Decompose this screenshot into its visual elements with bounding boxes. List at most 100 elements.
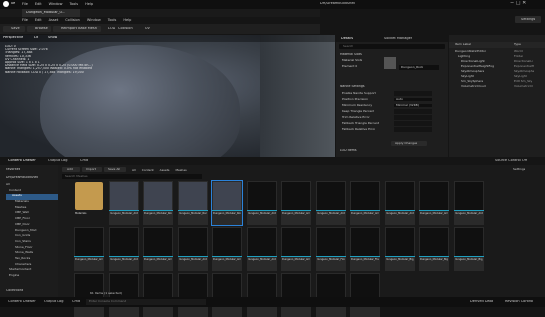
import-button[interactable]: Import xyxy=(82,167,102,172)
window-controls[interactable]: − □ ✕ xyxy=(510,1,526,6)
nanite-row-field[interactable] xyxy=(394,121,432,126)
asset-tile[interactable] xyxy=(315,273,346,317)
asset-menu-item[interactable]: Edit xyxy=(35,18,42,22)
status-content-drawer[interactable]: Content Drawer xyxy=(8,300,36,304)
status-output-log[interactable]: Output Log xyxy=(44,300,64,304)
menu-item[interactable]: Window xyxy=(49,2,63,6)
asset-tile[interactable]: Dungeon_Modular_Arch xyxy=(108,181,139,225)
material-dropdown[interactable]: Dungeon_Rock xyxy=(399,65,439,70)
asset-menu-item[interactable]: Window xyxy=(87,18,101,22)
tab-socket-manager[interactable]: Socket Manager xyxy=(384,37,412,41)
asset-menu-item[interactable]: File xyxy=(22,18,28,22)
asset-tile[interactable] xyxy=(143,273,173,317)
asset-tile[interactable] xyxy=(177,273,208,317)
viewport[interactable]: Perspective Lit Show LOD: 0 Current Scree… xyxy=(0,35,335,157)
status-cmd[interactable]: Cmd xyxy=(72,300,80,304)
root-folder[interactable]: DH/DreambuildShell xyxy=(6,176,38,179)
asset-tile[interactable] xyxy=(246,273,277,317)
asset-tile[interactable]: Dungeon_Modular_Arch_Wall_Door xyxy=(143,227,173,271)
menu-item[interactable]: File xyxy=(22,2,28,6)
source-control-status[interactable]: Source Control Off xyxy=(495,159,527,163)
asset-tile[interactable]: Dungeon_Modular_Arch_Stone_Door xyxy=(108,227,139,271)
asset-tile[interactable] xyxy=(281,273,311,317)
uv-dropdown[interactable]: UV xyxy=(145,27,150,31)
asset-tile[interactable]: Dungeon_Modular_Arch_Door_S xyxy=(315,181,346,225)
asset-tile[interactable]: Dungeon_Modular_Arch_Wall_Broken xyxy=(177,227,208,271)
asset-tile[interactable]: Dungeon_Modular_Floor_Tile xyxy=(350,227,380,271)
breadcrumb-item[interactable]: Assets xyxy=(160,168,170,172)
asset-tile[interactable]: Dungeon_Modular_Arch_Column xyxy=(384,181,415,225)
folder-tile[interactable]: Materials xyxy=(74,181,104,225)
asset-type-strip xyxy=(453,210,484,211)
breadcrumb-item[interactable]: Content xyxy=(142,168,154,172)
lit-button[interactable]: Lit xyxy=(34,36,38,40)
show-button[interactable]: Show xyxy=(48,36,57,40)
lod-dropdown[interactable]: LOD xyxy=(108,27,115,31)
revision-control-button[interactable]: Revision Control xyxy=(505,300,533,304)
asset-menu-item[interactable]: Tools xyxy=(108,18,117,22)
section-lod[interactable]: LOD Items xyxy=(340,149,357,152)
add-button[interactable]: Add xyxy=(62,167,80,172)
outliner-row[interactable]: VolumetricCloud VolumetricCl xyxy=(449,84,545,89)
asset-tile[interactable] xyxy=(74,273,104,317)
asset-tile[interactable]: Dungeon_Modular_Arch_Stair xyxy=(281,227,311,271)
asset-menu-item[interactable]: Asset xyxy=(49,18,59,22)
save-button[interactable]: Save xyxy=(3,26,25,32)
nanite-row-field[interactable] xyxy=(394,127,432,132)
asset-tile[interactable]: Dungeon_Modular_Arch_Frame xyxy=(453,181,484,225)
asset-tile[interactable]: Dungeon_Modular_Rock_03 xyxy=(211,180,243,226)
asset-menu-item[interactable]: Collision xyxy=(65,18,80,22)
unreal-logo-icon[interactable] xyxy=(3,1,9,7)
menu-item[interactable]: Tools xyxy=(69,2,78,6)
nanite-row-field[interactable] xyxy=(394,115,432,120)
tab-output-log[interactable]: Output Log xyxy=(48,159,68,163)
asset-tile[interactable]: Dungeon_Modular_Rock_01 xyxy=(143,181,173,225)
asset-tile[interactable]: Dungeon_Modular_Arch_Door_Frame xyxy=(419,181,449,225)
nanite-row-value[interactable]: Auto xyxy=(394,98,432,101)
asset-tile[interactable]: Dungeon_Modular_Big_Stone xyxy=(384,227,415,271)
collections-section[interactable]: Collections xyxy=(6,289,23,292)
favorites-section[interactable]: Favorites xyxy=(6,168,20,171)
browse-button[interactable]: Browse xyxy=(27,26,51,32)
asset-tile[interactable]: Dungeon_Modular_Arch_Door xyxy=(246,181,277,225)
section-material-slots[interactable]: Material Slots xyxy=(340,53,362,56)
nanite-row-field[interactable] xyxy=(394,91,432,96)
folder-item[interactable]: Engine xyxy=(6,274,58,280)
details-search-input[interactable]: Search xyxy=(339,44,445,49)
settings-button[interactable]: Settings xyxy=(515,16,541,23)
nanite-row-field[interactable] xyxy=(394,109,432,114)
derived-data-button[interactable]: Derived Data xyxy=(470,300,493,304)
perspective-button[interactable]: Perspective xyxy=(3,36,23,40)
asset-tile[interactable]: Dungeon_Modular_Arch_Window_S xyxy=(350,181,380,225)
material-thumbnail[interactable] xyxy=(384,57,396,69)
browser-settings-button[interactable]: Settings xyxy=(513,168,525,171)
tab-cmd[interactable]: Cmd xyxy=(80,159,88,163)
save-all-button[interactable]: Save All xyxy=(104,167,126,172)
asset-tile[interactable]: Dungeon_Modular_Big_Stone_2 xyxy=(419,227,449,271)
asset-tile[interactable] xyxy=(108,273,139,317)
asset-tile[interactable]: Dungeon_Modular_Arch_Window xyxy=(281,181,311,225)
nanite-row-value[interactable]: Minimal (32KB) xyxy=(394,104,432,107)
tab-content-drawer[interactable]: Content Drawer xyxy=(8,159,36,163)
breadcrumb-item[interactable]: All xyxy=(132,168,136,172)
tab-details[interactable]: Details xyxy=(341,37,353,41)
asset-search-input[interactable]: Search Meshes xyxy=(62,174,202,179)
asset-tile[interactable] xyxy=(212,273,242,317)
collision-dropdown[interactable]: Collision xyxy=(118,27,133,31)
asset-tab[interactable]: Dungeon_Modular_O... xyxy=(22,9,80,17)
apply-changes-button[interactable]: Apply Changes xyxy=(391,141,427,146)
asset-tile[interactable]: Dungeon_Modular_Big_Stone_3 xyxy=(453,227,484,271)
asset-tile[interactable]: Dungeon_Modular_Floor xyxy=(315,227,346,271)
breadcrumb-item[interactable]: Meshes xyxy=(175,168,186,172)
section-nanite-settings[interactable]: Nanite Settings xyxy=(340,85,365,88)
asset-menu-item[interactable]: Help xyxy=(123,18,131,22)
reimport-button[interactable]: Reimport Base Mesh xyxy=(53,26,101,32)
asset-tile[interactable]: Dungeon_Modular_Arch_Broken xyxy=(74,227,104,271)
console-input[interactable]: Enter Console Command xyxy=(86,299,206,305)
asset-tile[interactable]: Dungeon_Modular_Arch_Door xyxy=(212,227,242,271)
menu-item[interactable]: Help xyxy=(85,2,93,6)
asset-tile[interactable]: Dungeon_Modular_Rock_02 xyxy=(177,181,208,225)
asset-tile[interactable]: Dungeon_Modular_Arch_Door_Rectangle xyxy=(246,227,277,271)
asset-tile[interactable] xyxy=(350,273,380,317)
menu-item[interactable]: Edit xyxy=(35,2,42,6)
